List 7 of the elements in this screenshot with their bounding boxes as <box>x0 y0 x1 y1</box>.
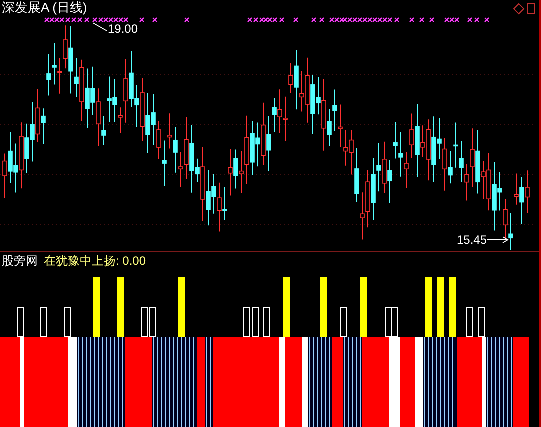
high-price-label: 19.00 <box>108 22 138 36</box>
low-price-label: 15.45 <box>457 233 488 247</box>
chart-controls-icon[interactable] <box>513 3 537 15</box>
low-pointer-arrow <box>487 236 509 244</box>
indicator-label: 在犹豫中上扬: 0.00 <box>44 254 146 268</box>
chart-title: 深发展A (日线) <box>2 0 88 16</box>
indicator-source: 股旁网 <box>2 254 38 268</box>
